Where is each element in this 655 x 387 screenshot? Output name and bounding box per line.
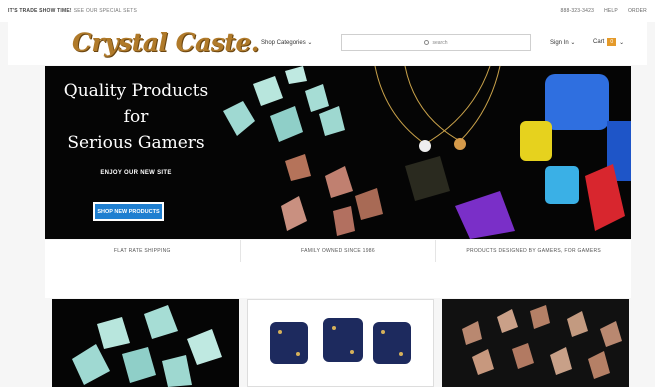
help-link[interactable]: HELP [604, 8, 618, 14]
cyan-die [545, 166, 579, 204]
chevron-down-icon: ⌄ [570, 40, 576, 46]
product-tile-aqua-dice[interactable] [52, 299, 239, 387]
hero-subtitle: ENJOY OUR NEW SITE [100, 170, 172, 176]
pendant-necklace-image [374, 66, 501, 145]
copper-dice-image [462, 305, 622, 379]
dark-die [405, 156, 450, 201]
blue-dice-image [270, 318, 411, 364]
copper-dice-image [281, 154, 383, 236]
shop-categories-label: Shop Categories [261, 40, 306, 46]
hero-title: Quality Products for Serious Gamers [51, 78, 221, 156]
chevron-down-icon: ⌄ [307, 40, 313, 46]
utility-bar: IT'S TRADE SHOW TIME! SEE OUR SPECIAL SE… [0, 0, 655, 22]
search-icon [424, 40, 430, 45]
sign-in-label: Sign In [550, 40, 569, 46]
pendant-gem [454, 138, 466, 150]
feature-family-owned: FAMILY OWNED SINCE 1986 [239, 240, 436, 262]
site-header: Crystal Caste. Shop Categories ⌄ search … [8, 22, 647, 65]
shop-new-products-button[interactable]: SHOP NEW PRODUCTS [93, 202, 164, 221]
feature-shipping: FLAT RATE SHIPPING [113, 248, 171, 254]
sign-in-menu[interactable]: Sign In ⌄ [550, 39, 575, 46]
feature-designed-by-gamers: PRODUCTS DESIGNED BY GAMERS, FOR GAMERS [435, 240, 631, 262]
promo-text: IT'S TRADE SHOW TIME! [8, 8, 72, 14]
cart-button[interactable]: Cart 0 ⌄ [593, 38, 624, 46]
chevron-down-icon: ⌄ [619, 39, 625, 46]
product-tile-copper-dice[interactable] [442, 299, 629, 387]
product-tile-blue-dice[interactable] [247, 299, 434, 387]
page: IT'S TRADE SHOW TIME! SEE OUR SPECIAL SE… [0, 0, 655, 387]
cart-count-badge: 0 [607, 38, 617, 46]
features-strip: FLAT RATE SHIPPING FAMILY OWNED SINCE 19… [45, 240, 631, 262]
search-placeholder: search [432, 39, 448, 46]
search-input[interactable]: search [341, 34, 531, 51]
shop-categories-menu[interactable]: Shop Categories ⌄ [261, 39, 312, 46]
hero-banner: Quality Products for Serious Gamers ENJO… [45, 66, 631, 239]
promo-link[interactable]: SEE OUR SPECIAL SETS [74, 8, 137, 14]
aqua-dice-image [223, 66, 345, 142]
content-spacer [45, 262, 631, 298]
phone-number[interactable]: 888-323-3423 [561, 8, 595, 14]
hero-title-line: for [123, 107, 149, 127]
hero-title-line: Serious Gamers [67, 133, 205, 153]
utility-links: 888-323-3423 HELP ORDER [561, 8, 647, 14]
cart-label: Cart [593, 39, 605, 45]
site-logo[interactable]: Crystal Caste. [72, 28, 259, 57]
yellow-die [520, 121, 552, 161]
hero-title-line: Quality Products [63, 81, 209, 101]
hero-dice-image [223, 66, 631, 239]
blue-die [545, 74, 609, 130]
order-link[interactable]: ORDER [628, 8, 647, 14]
pendant-gem [419, 140, 431, 152]
aqua-dice-image [72, 305, 222, 387]
purple-die [455, 191, 515, 239]
